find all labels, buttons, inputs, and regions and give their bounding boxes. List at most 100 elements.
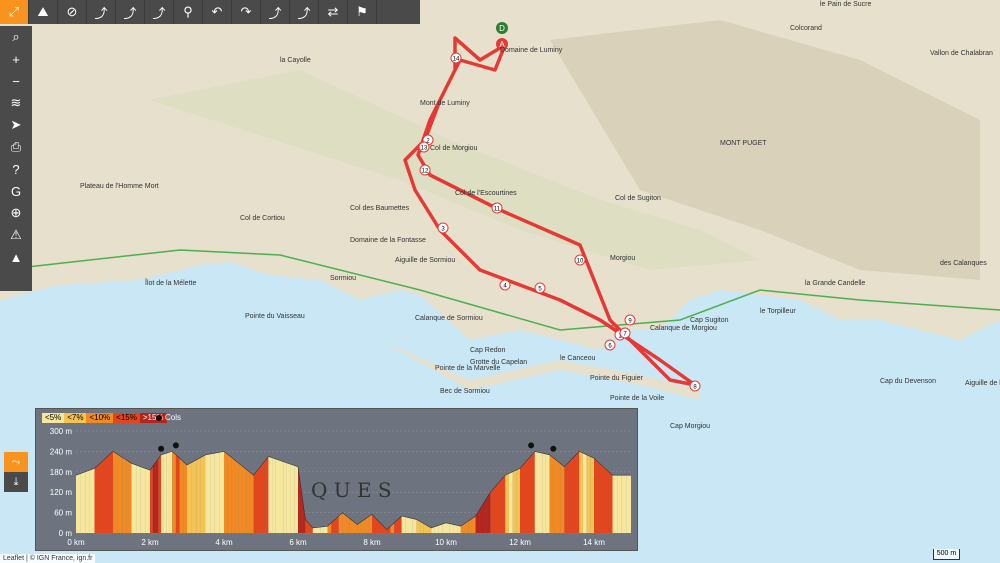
profile-segment xyxy=(464,521,469,533)
profile-segment xyxy=(85,470,90,533)
place-label: Pointe de la Voile xyxy=(610,395,664,402)
swap-icon[interactable]: ⇄ xyxy=(319,0,348,24)
search-icon[interactable]: ⌕ xyxy=(0,26,32,48)
place-label: Calanque de Morgiou xyxy=(650,325,717,332)
profile-segment xyxy=(275,459,280,533)
profile-segment xyxy=(286,462,291,533)
place-label: Calanque de Sormiou xyxy=(415,315,483,322)
profile-segment xyxy=(89,468,95,533)
profile-segment xyxy=(523,459,528,533)
draw-alt-icon[interactable]: ⤴ xyxy=(290,0,319,24)
profile-segment xyxy=(272,457,276,533)
layers-icon[interactable]: ≋ xyxy=(0,92,32,114)
profile-segment xyxy=(516,468,520,533)
place-label: Morgiou xyxy=(610,255,635,262)
hide-icon[interactable]: ⊘ xyxy=(58,0,87,24)
profile-segment xyxy=(140,466,146,533)
zoom-out-icon[interactable]: − xyxy=(0,70,32,92)
profile-segment xyxy=(372,514,376,533)
place-label: Domaine de la Fontasse xyxy=(350,237,426,244)
place-label: la Cayolle xyxy=(280,57,311,64)
profile-segment xyxy=(582,453,587,533)
col-marker[interactable] xyxy=(158,445,165,452)
place-label: Cap du Devenson xyxy=(880,378,936,385)
place-label: Col de Morgiou xyxy=(430,145,478,152)
x-tick-label: 6 km xyxy=(289,538,307,547)
profile-segment xyxy=(268,456,273,533)
print-icon[interactable]: ⎙ xyxy=(0,136,32,158)
route-icon[interactable]: ⛰ xyxy=(29,0,58,24)
profile-segment xyxy=(621,475,627,533)
profile-segment xyxy=(122,457,127,533)
profile-segment xyxy=(571,455,576,533)
profile-segment xyxy=(575,451,580,533)
y-tick-label: 180 m xyxy=(50,468,73,477)
profile-segment xyxy=(598,462,604,533)
profile-segment xyxy=(607,470,613,533)
profile-segment xyxy=(449,523,454,533)
elevation-profile-icon[interactable]: ⤳ xyxy=(4,452,28,472)
x-tick-label: 10 km xyxy=(435,538,457,547)
redo-icon[interactable]: ↷ xyxy=(232,0,261,24)
profile-segment xyxy=(497,479,502,533)
profile-segment xyxy=(553,457,557,533)
km-marker-label: 14 xyxy=(453,57,460,63)
col-marker[interactable] xyxy=(550,445,557,452)
profile-segment xyxy=(279,460,284,533)
download-icon[interactable]: ⤓ xyxy=(4,472,28,492)
expand-icon[interactable]: ⤢ xyxy=(0,0,29,24)
profile-segment xyxy=(486,492,491,533)
profile-segment xyxy=(183,461,187,533)
profile-segment xyxy=(257,465,261,533)
attribution[interactable]: Leaflet | © IGN France, ign.fr xyxy=(0,554,96,563)
hike-icon[interactable]: ⤴ xyxy=(145,0,174,24)
place-label: Mont de Luminy xyxy=(420,100,470,107)
help-icon[interactable]: ? xyxy=(0,158,32,180)
profile-segment xyxy=(175,454,180,533)
profile-segment xyxy=(505,473,509,533)
google-icon[interactable]: G xyxy=(0,180,32,202)
scale-bar: 500 m xyxy=(933,549,960,560)
profile-segment xyxy=(534,451,539,533)
zoom-in-icon[interactable]: + xyxy=(0,48,32,70)
profile-segment xyxy=(145,468,150,533)
place-label: Col de Sugiton xyxy=(615,195,661,202)
profile-segment xyxy=(205,453,211,533)
col-marker[interactable] xyxy=(528,442,535,449)
profile-segment xyxy=(542,453,546,533)
place-label: Bec de Sormiou xyxy=(440,388,490,395)
draw-icon[interactable]: ⤴ xyxy=(261,0,290,24)
profile-segment xyxy=(152,462,156,533)
elevation-chart[interactable]: 300 m 240 m 180 m 120 m 60 m 0 m0 km 2 km 4 km 6… xyxy=(36,409,637,550)
profile-segment xyxy=(261,461,265,533)
profile-segment xyxy=(210,453,215,533)
profile-segment xyxy=(603,466,608,533)
locate-icon[interactable]: ➤ xyxy=(0,114,32,136)
km-marker-label: 10 xyxy=(577,259,584,265)
profile-segment xyxy=(560,463,565,533)
profile-segment xyxy=(238,463,243,533)
place-label: Pointe du Vaisseau xyxy=(245,313,305,320)
walker-icon[interactable]: ⚠ xyxy=(0,224,32,246)
path-icon[interactable]: ⤴ xyxy=(87,0,116,24)
walk-icon[interactable]: ⤴ xyxy=(116,0,145,24)
y-tick-label: 240 m xyxy=(50,447,73,456)
left-sidebar: ⌕ + − ≋ ➤ ⎙ ? G ⊕ ⚠ ▲ xyxy=(0,26,32,291)
profile-segment xyxy=(235,460,239,533)
undo-icon[interactable]: ↶ xyxy=(203,0,232,24)
col-marker[interactable] xyxy=(172,442,179,449)
profile-segment xyxy=(549,454,554,533)
place-label: Col des Baumettes xyxy=(350,205,410,212)
profile-segment xyxy=(401,516,406,533)
place-label: Cap Redon xyxy=(470,347,506,354)
start-marker-label: D xyxy=(499,24,505,33)
profile-segment xyxy=(166,452,170,533)
profile-segment xyxy=(457,525,461,533)
crosshair-icon[interactable]: ⊕ xyxy=(0,202,32,224)
bike-icon[interactable]: ⚲ xyxy=(174,0,203,24)
profile-segment xyxy=(76,473,81,533)
pin-icon[interactable]: ⚑ xyxy=(348,0,377,24)
profile-segment xyxy=(405,516,409,533)
mountain-icon[interactable]: ▲ xyxy=(0,246,32,268)
profile-segment xyxy=(200,454,206,533)
